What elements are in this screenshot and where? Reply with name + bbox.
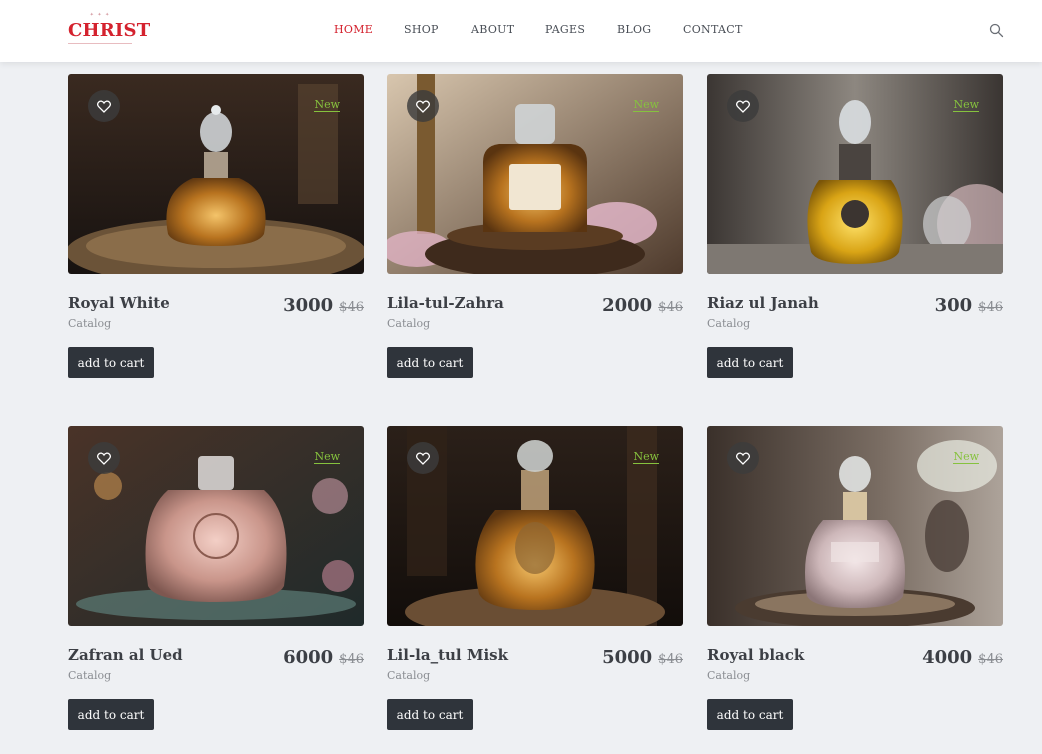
add-to-cart-button[interactable]: add to cart xyxy=(387,347,473,378)
nav-shop[interactable]: SHOP xyxy=(404,23,439,36)
old-price: $46 xyxy=(978,300,1003,315)
nav-pages[interactable]: PAGES xyxy=(545,23,585,36)
product-price: 6000 xyxy=(283,647,334,668)
add-to-cart-button[interactable]: add to cart xyxy=(707,347,793,378)
favorite-button[interactable] xyxy=(88,442,120,474)
product-card: New Royal black Catalog 4000 $46 add to c… xyxy=(707,426,1003,736)
old-price: $46 xyxy=(339,652,364,667)
add-to-cart-button[interactable]: add to cart xyxy=(68,347,154,378)
product-category[interactable]: Catalog xyxy=(387,669,430,682)
product-image[interactable]: New xyxy=(387,74,683,274)
new-badge: New xyxy=(953,450,979,464)
price-block: 300 $46 xyxy=(935,295,1003,316)
product-category[interactable]: Catalog xyxy=(68,669,111,682)
add-to-cart-button[interactable]: add to cart xyxy=(707,699,793,730)
product-category[interactable]: Catalog xyxy=(387,317,430,330)
favorite-button[interactable] xyxy=(727,442,759,474)
old-price: $46 xyxy=(658,300,683,315)
product-price: 300 xyxy=(934,295,973,316)
nav-about[interactable]: ABOUT xyxy=(471,23,514,36)
brand-logo[interactable]: ✦ ✦ ✦ CHRIST xyxy=(68,12,150,48)
logo-ornament: ✦ ✦ ✦ xyxy=(89,12,111,18)
product-image[interactable]: New xyxy=(68,74,364,274)
nav-blog[interactable]: BLOG xyxy=(617,23,651,36)
logo-underline xyxy=(68,43,132,44)
favorite-button[interactable] xyxy=(407,442,439,474)
heart-icon xyxy=(416,451,430,465)
product-title[interactable]: Lila-tul-Zahra xyxy=(387,294,504,312)
heart-icon xyxy=(97,99,111,113)
site-header: ✦ ✦ ✦ CHRIST HOME SHOP ABOUT PAGES BLOG … xyxy=(0,0,1042,62)
old-price: $46 xyxy=(658,652,683,667)
favorite-button[interactable] xyxy=(407,90,439,122)
product-price: 2000 xyxy=(602,295,653,316)
add-to-cart-button[interactable]: add to cart xyxy=(68,699,154,730)
new-badge: New xyxy=(633,450,659,464)
product-image[interactable]: New xyxy=(707,426,1003,626)
add-to-cart-button[interactable]: add to cart xyxy=(387,699,473,730)
product-title[interactable]: Riaz ul Janah xyxy=(707,294,819,312)
product-card: New Royal White Catalog 3000 $46 add to c… xyxy=(68,74,364,384)
favorite-button[interactable] xyxy=(727,90,759,122)
heart-icon xyxy=(97,451,111,465)
product-price: 3000 xyxy=(283,295,334,316)
product-card: New Riaz ul Janah Catalog 300 $46 add to … xyxy=(707,74,1003,384)
price-block: 5000 $46 xyxy=(602,647,683,668)
product-price: 4000 xyxy=(922,647,973,668)
product-image[interactable]: New xyxy=(387,426,683,626)
product-category[interactable]: Catalog xyxy=(68,317,111,330)
price-block: 6000 $46 xyxy=(283,647,364,668)
price-block: 4000 $46 xyxy=(922,647,1003,668)
nav-contact[interactable]: CONTACT xyxy=(683,23,743,36)
product-image[interactable]: New xyxy=(707,74,1003,274)
product-title[interactable]: Zafran al Ued xyxy=(68,646,183,664)
product-category[interactable]: Catalog xyxy=(707,669,750,682)
brand-name: CHRIST xyxy=(68,20,151,41)
heart-icon xyxy=(736,99,750,113)
product-card: New Lil-la_tul Misk Catalog 5000 $46 add … xyxy=(387,426,683,736)
price-block: 3000 $46 xyxy=(283,295,364,316)
new-badge: New xyxy=(633,98,659,112)
old-price: $46 xyxy=(339,300,364,315)
nav-home[interactable]: HOME xyxy=(334,23,373,36)
new-badge: New xyxy=(314,98,340,112)
heart-icon xyxy=(736,451,750,465)
product-image[interactable]: New xyxy=(68,426,364,626)
favorite-button[interactable] xyxy=(88,90,120,122)
new-badge: New xyxy=(314,450,340,464)
product-title[interactable]: Lil-la_tul Misk xyxy=(387,646,508,664)
heart-icon xyxy=(416,99,430,113)
price-block: 2000 $46 xyxy=(602,295,683,316)
new-badge: New xyxy=(953,98,979,112)
search-icon[interactable] xyxy=(989,23,1004,38)
old-price: $46 xyxy=(978,652,1003,667)
product-category[interactable]: Catalog xyxy=(707,317,750,330)
product-card: New Zafran al Ued Catalog 6000 $46 add to… xyxy=(68,426,364,736)
product-card: New Lila-tul-Zahra Catalog 2000 $46 add t… xyxy=(387,74,683,384)
product-title[interactable]: Royal black xyxy=(707,646,804,664)
product-title[interactable]: Royal White xyxy=(68,294,170,312)
product-price: 5000 xyxy=(602,647,653,668)
